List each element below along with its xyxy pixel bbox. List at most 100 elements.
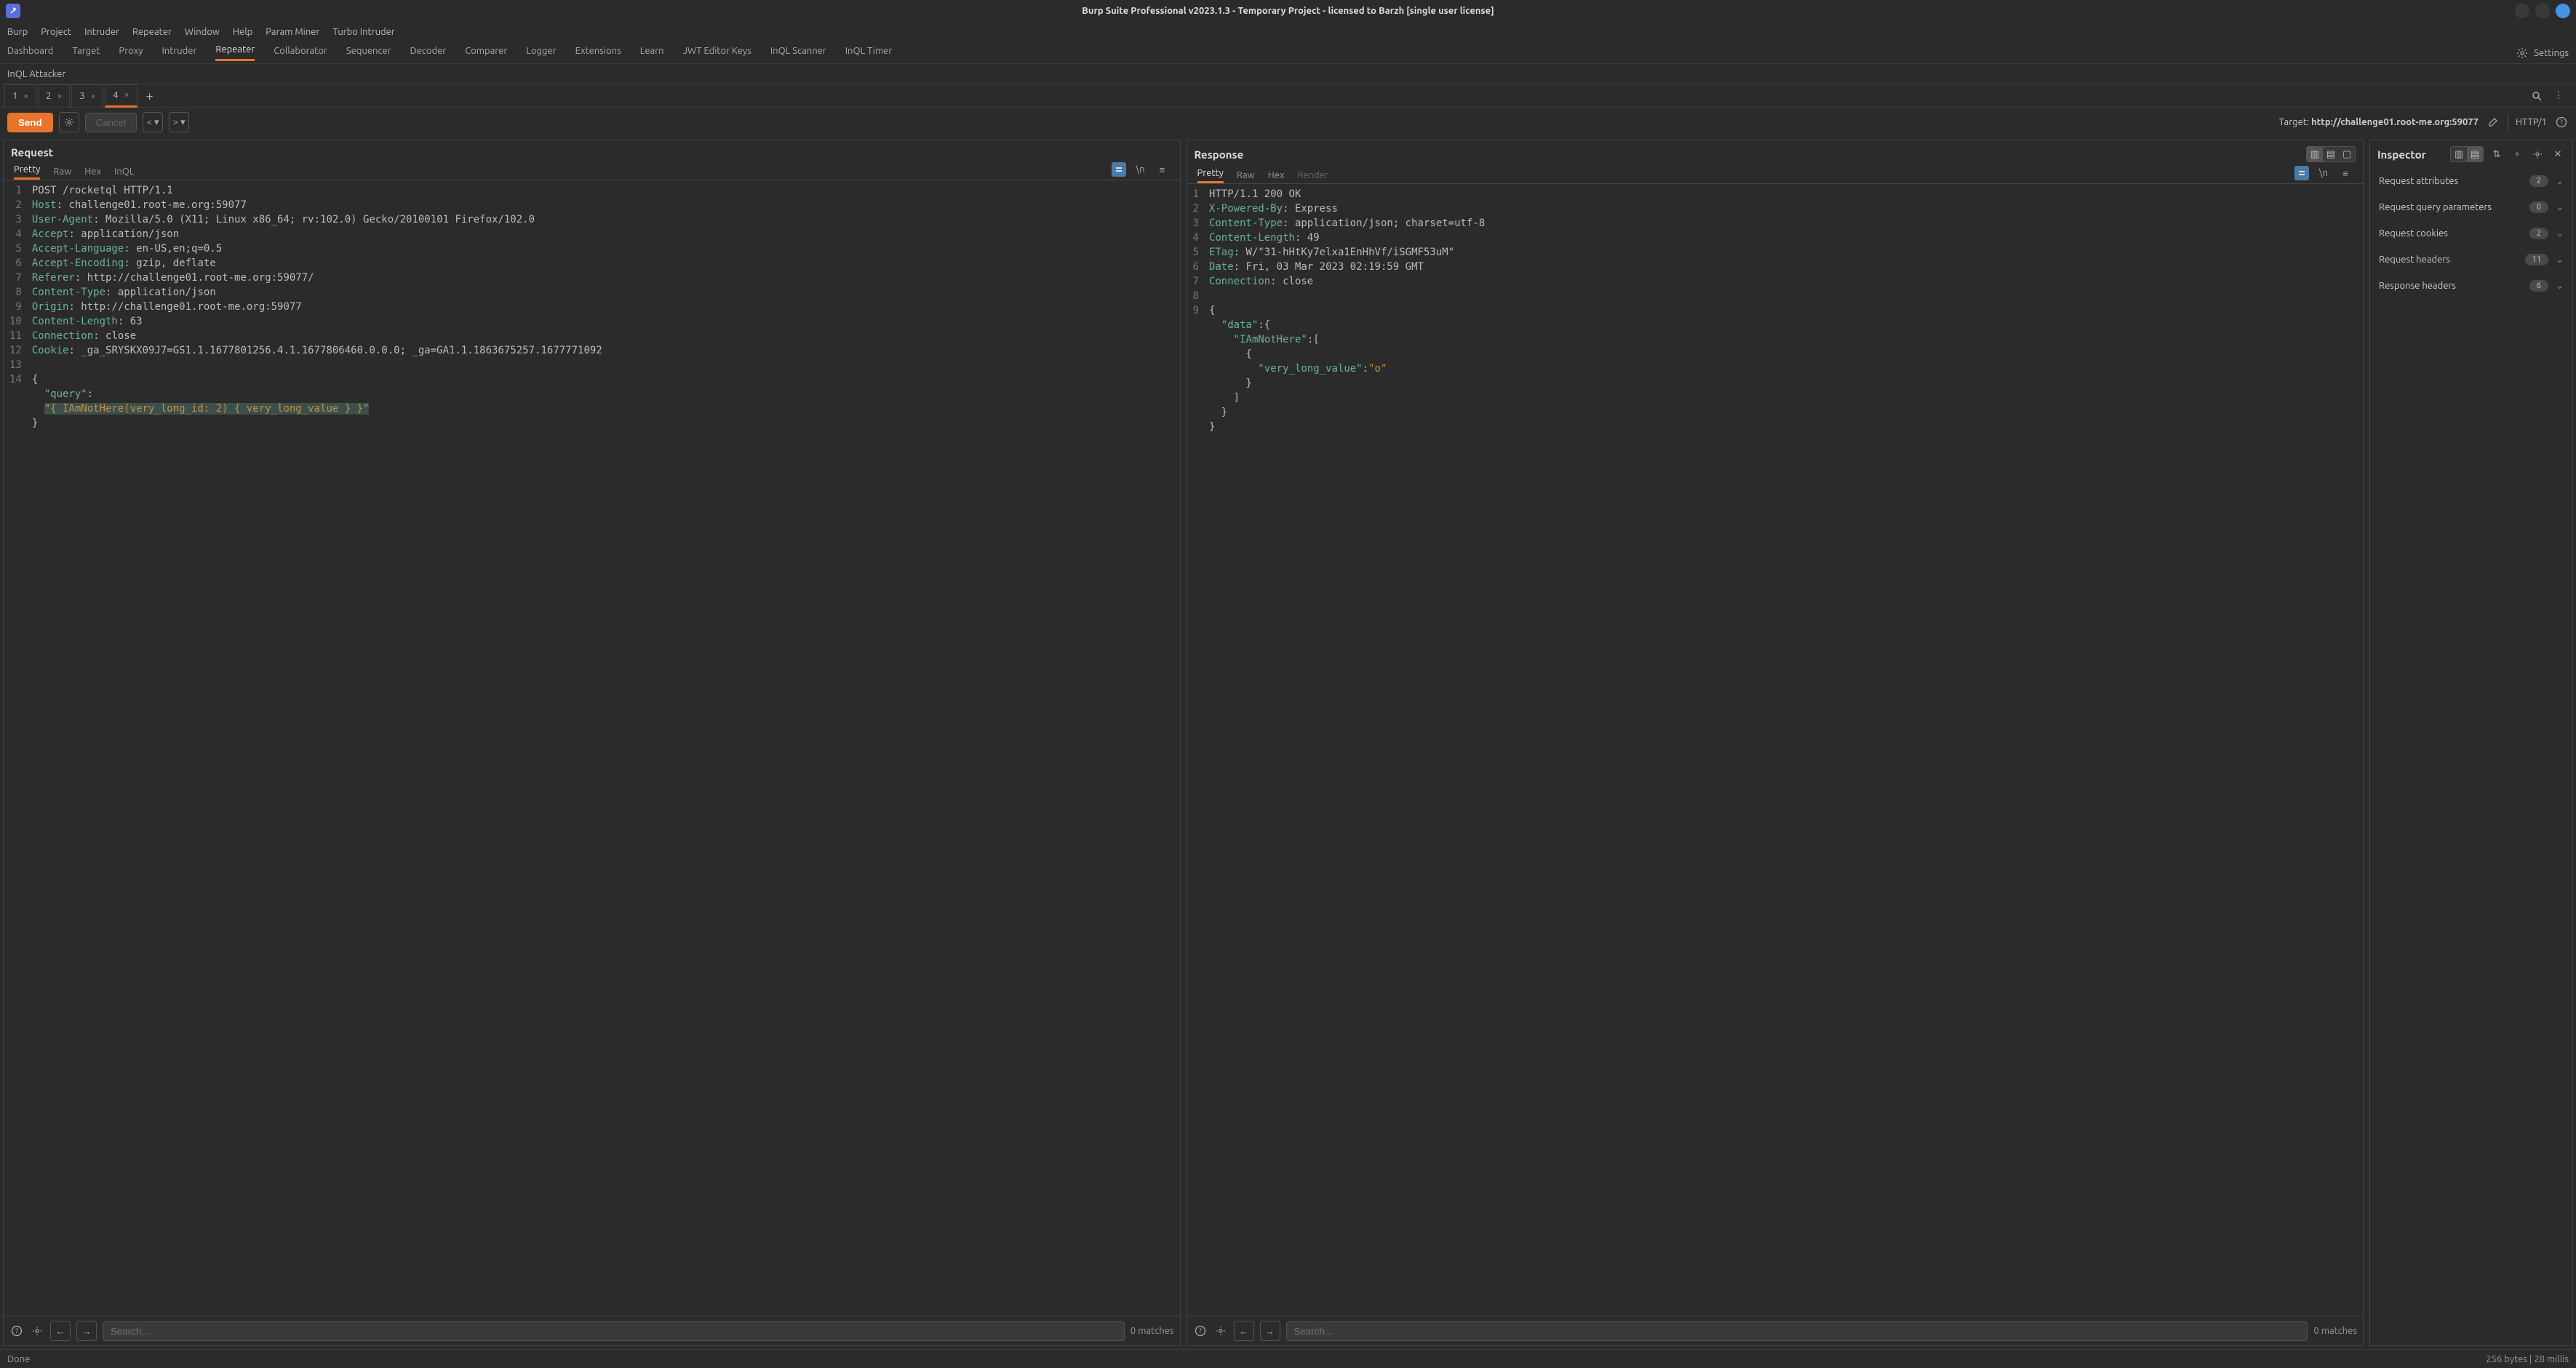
gear-icon[interactable] [2530,147,2545,161]
gear-icon[interactable] [1213,1324,1228,1338]
menu-help[interactable]: Help [233,27,252,37]
tool-tab-inql-scanner[interactable]: InQL Scanner [770,46,826,60]
gear-icon[interactable] [30,1324,44,1338]
menu-param-miner[interactable]: Param Miner [266,27,319,37]
history-next-button[interactable]: > ▾ [169,112,189,132]
edit-target-icon[interactable] [2486,115,2500,129]
help-icon[interactable]: ? [2554,115,2569,129]
inspector-row-request-query-parameters[interactable]: Request query parameters0⌄ [2370,194,2572,220]
response-pane: Response ▥ ▤ ▢ PrettyRawHexRender \n ≡ [1187,140,2364,1346]
tool-tab-inql-timer[interactable]: InQL Timer [845,46,892,60]
tool-tab-dashboard[interactable]: Dashboard [7,46,53,60]
settings-button[interactable]: Settings [2515,46,2569,60]
tool-tab-decoder[interactable]: Decoder [410,46,447,60]
request-tab-hex[interactable]: Hex [84,167,101,180]
repeater-tab-4[interactable]: 4× [105,84,137,108]
collapse-icon[interactable]: ÷ [2510,147,2524,161]
tool-tab-comparer[interactable]: Comparer [465,46,507,60]
add-tab-button[interactable]: + [139,89,161,103]
send-button[interactable]: Send [7,113,53,132]
repeater-tab-2[interactable]: 2× [38,84,70,108]
response-actions-icon[interactable] [2294,166,2309,180]
configure-send-button[interactable] [59,112,79,132]
tool-tab-intruder[interactable]: Intruder [162,46,196,60]
response-tab-raw[interactable]: Raw [1237,170,1255,183]
tool-tab-extensions[interactable]: Extensions [575,46,621,60]
newline-icon[interactable]: \n [1133,162,1148,177]
tool-tab-proxy[interactable]: Proxy [119,46,143,60]
search-icon[interactable] [2529,89,2544,103]
tool-tab-logger[interactable]: Logger [526,46,556,60]
menu-burp[interactable]: Burp [7,27,28,37]
request-search-input[interactable] [103,1321,1125,1341]
request-tab-raw[interactable]: Raw [53,167,71,180]
menu-turbo-intruder[interactable]: Turbo Intruder [332,27,394,37]
search-prev-button[interactable]: ← [1234,1321,1254,1341]
more-icon[interactable]: ⋮ [2551,89,2566,103]
search-next-button[interactable]: → [76,1321,97,1341]
request-tab-inql[interactable]: InQL [114,167,134,180]
menu-window[interactable]: Window [185,27,220,37]
history-prev-button[interactable]: < ▾ [143,112,163,132]
response-tab-pretty[interactable]: Pretty [1197,168,1224,183]
menubar: Burp Project Intruder Repeater Window Help Par… [0,22,2576,42]
menu-project[interactable]: Project [41,27,71,37]
search-prev-button[interactable]: ← [50,1321,71,1341]
layout-b-icon[interactable]: ▤ [2467,147,2483,161]
help-icon[interactable]: ? [1193,1324,1208,1338]
response-tab-render[interactable]: Render [1298,170,1328,183]
help-icon[interactable]: ? [9,1324,24,1338]
close-icon[interactable]: ✕ [2551,147,2565,161]
tool-tab-collaborator[interactable]: Collaborator [274,46,327,60]
window-maximize[interactable] [2535,4,2550,18]
request-editor[interactable]: 1234567891011121314 POST /rocketql HTTP/… [4,180,1180,1316]
repeater-tab-3[interactable]: 3× [71,84,103,108]
chevron-down-icon: ⌄ [2556,281,2564,292]
close-icon[interactable]: × [124,90,129,100]
inspector-row-request-headers[interactable]: Request headers11⌄ [2370,247,2572,273]
repeater-tab-1[interactable]: 1× [4,84,36,108]
request-tab-pretty[interactable]: Pretty [14,164,40,180]
tool-tab-target[interactable]: Target [72,46,100,60]
menu-intruder[interactable]: Intruder [84,27,119,37]
inspector-row-request-cookies[interactable]: Request cookies2⌄ [2370,220,2572,247]
chevron-down-icon: ⌄ [2556,228,2564,239]
window-minimize[interactable] [2515,4,2529,18]
cancel-button[interactable]: Cancel [85,113,137,132]
inspector-layout-toggle[interactable]: ▥ ▤ [2450,146,2484,162]
status-right: 256 bytes | 28 millis [2486,1354,2569,1364]
tool-tab-repeater[interactable]: Repeater [215,44,255,61]
svg-text:?: ? [15,1327,18,1335]
inspector-row-request-attributes[interactable]: Request attributes2⌄ [2370,168,2572,194]
settings-label: Settings [2534,48,2569,58]
response-editor[interactable]: 123456789 HTTP/1.1 200 OKX-Powered-By: E… [1187,184,2364,1316]
menu-repeater[interactable]: Repeater [132,27,172,37]
window-close[interactable] [2556,4,2570,18]
layout-single-icon[interactable]: ▢ [2339,147,2355,161]
inspector-row-response-headers[interactable]: Response headers6⌄ [2370,273,2572,299]
search-next-button[interactable]: → [1260,1321,1280,1341]
layout-toggle[interactable]: ▥ ▤ ▢ [2306,146,2356,162]
repeater-tabs: 1×2×3×4×+ ⋮ [0,84,2576,108]
request-actions-icon[interactable] [1112,162,1126,177]
layout-columns-icon[interactable]: ▥ [2307,147,2323,161]
tool-tab-jwt-editor-keys[interactable]: JWT Editor Keys [683,46,751,60]
close-icon[interactable]: × [91,92,96,101]
response-search-input[interactable] [1286,1321,2308,1341]
layout-a-icon[interactable]: ▥ [2451,147,2467,161]
expand-icon[interactable]: ⇅ [2489,147,2504,161]
layout-rows-icon[interactable]: ▤ [2323,147,2339,161]
count-badge: 0 [2529,201,2548,213]
close-icon[interactable]: × [57,92,62,101]
count-badge: 2 [2529,175,2548,187]
response-menu-icon[interactable]: ≡ [2338,166,2353,180]
tool-tab-learn[interactable]: Learn [640,46,664,60]
request-search-matches: 0 matches [1131,1326,1174,1336]
response-tab-hex[interactable]: Hex [1268,170,1285,183]
tool-tab-sequencer[interactable]: Sequencer [346,46,391,60]
statusbar: Done 256 bytes | 28 millis [0,1349,2576,1368]
newline-icon[interactable]: \n [2316,166,2331,180]
tool-tab-inql-attacker[interactable]: InQL Attacker [7,69,65,79]
close-icon[interactable]: × [23,92,28,101]
request-menu-icon[interactable]: ≡ [1155,162,1170,177]
